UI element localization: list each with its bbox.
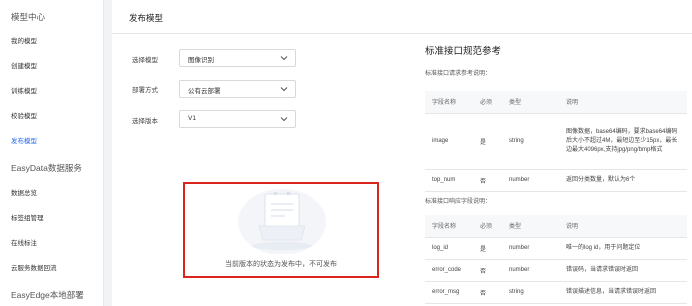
sidebar-section-model-center[interactable]: 模型中心 [0,7,104,27]
table-row: error_code 否 number 错误码，当请求错误时返回 [425,259,687,282]
sidebar-item-train-model[interactable]: 训练模型 [0,82,104,102]
empty-state-message: 当前版本的状态为发布中，不可发布 [225,261,337,268]
table-cell: number [502,259,559,282]
table-header: 字段名称 [425,215,473,238]
table-cell: 是 [473,113,502,170]
page-title: 发布模型 [129,13,164,23]
model-select[interactable]: 图像识别 [179,49,296,67]
chevron-down-icon [280,56,288,61]
table-cell: error_msg [425,281,473,304]
reference-title: 标准接口规范参考 [425,46,502,57]
model-label: 选择模型 [132,57,158,64]
table-header: 必须 [473,91,502,114]
chevron-down-icon [280,117,288,122]
table-cell: number [502,169,559,192]
table-cell: 是 [473,237,502,260]
empty-state: 当前版本的状态为发布中，不可发布 [183,182,379,278]
model-select-value: 图像识别 [188,57,214,64]
table-row: top_num 否 number 返回分类数量，默认为6个 [425,169,687,192]
chevron-down-icon [280,87,288,92]
deploy-label: 部署方式 [132,87,158,94]
version-select[interactable]: V1 [179,110,296,128]
table-cell: 错误码，当请求错误时返回 [559,259,687,282]
sidebar-item-create-model[interactable]: 创建模型 [0,57,104,77]
response-table: 字段名称 必须 类型 说明 log_id 是 number 唯一的log id，… [425,215,687,304]
sidebar: 模型中心 我的模型 创建模型 训练模型 校验模型 发布模型 EasyData数据… [0,0,104,306]
table-row: image 是 string 图像数据，base64编码，要求base64编码后… [425,113,687,170]
version-label: 选择版本 [132,118,158,125]
sidebar-item-my-models[interactable]: 我的模型 [0,32,104,52]
version-select-value: V1 [188,115,196,122]
table-header: 字段名称 [425,91,473,114]
sidebar-item-cloud-data-backflow[interactable]: 云服务数据回流 [0,259,104,279]
table-cell: string [502,113,559,170]
table-cell: 否 [473,169,502,192]
sidebar-item-data-overview[interactable]: 数据总览 [0,184,104,204]
table-cell: number [502,237,559,260]
sidebar-item-publish-model[interactable]: 发布模型 [0,132,104,152]
request-table: 字段名称 必须 类型 说明 image 是 string 图像数据，base64… [425,91,687,192]
table-header: 说明 [559,215,687,238]
table-cell: log_id [425,237,473,260]
request-subtitle: 标准接口请求参考说明： [425,71,492,77]
table-header: 说明 [559,91,687,114]
table-cell: 唯一的log id，用于问题定位 [559,237,687,260]
sidebar-section-easydata[interactable]: EasyData数据服务 [0,158,104,178]
table-header: 类型 [502,215,559,238]
empty-document-illustration-icon [238,189,326,254]
main-panel: 发布模型 选择模型 图像识别 部署方式 公有云部署 选择版本 V1 当前版本的状… [112,0,692,306]
table-cell: image [425,113,473,170]
deploy-select[interactable]: 公有云部署 [179,80,296,98]
table-cell: 图像数据，base64编码，要求base64编码后大小不超过4M，最短边至少15… [559,113,687,170]
sidebar-section-easyedge[interactable]: EasyEdge本地部署 [0,285,104,305]
table-cell: 否 [473,281,502,304]
table-cell: 返回分类数量，默认为6个 [559,169,687,192]
table-row: error_msg 否 string 错误描述信息，当请求错误时返回 [425,281,687,304]
table-cell: string [502,281,559,304]
sidebar-item-validate-model[interactable]: 校验模型 [0,107,104,127]
table-header: 类型 [502,91,559,114]
sidebar-item-online-labeling[interactable]: 在线标注 [0,234,104,254]
table-header: 必须 [473,215,502,238]
table-cell: error_code [425,259,473,282]
title-divider [112,33,692,34]
response-subtitle: 标准接口响应字段说明： [425,199,492,205]
table-row: log_id 是 number 唯一的log id，用于问题定位 [425,237,687,260]
deploy-select-value: 公有云部署 [188,88,221,95]
table-cell: 否 [473,259,502,282]
table-cell: top_num [425,169,473,192]
table-cell: 错误描述信息，当请求错误时返回 [559,281,687,304]
sidebar-item-label-groups[interactable]: 标签组管理 [0,209,104,229]
